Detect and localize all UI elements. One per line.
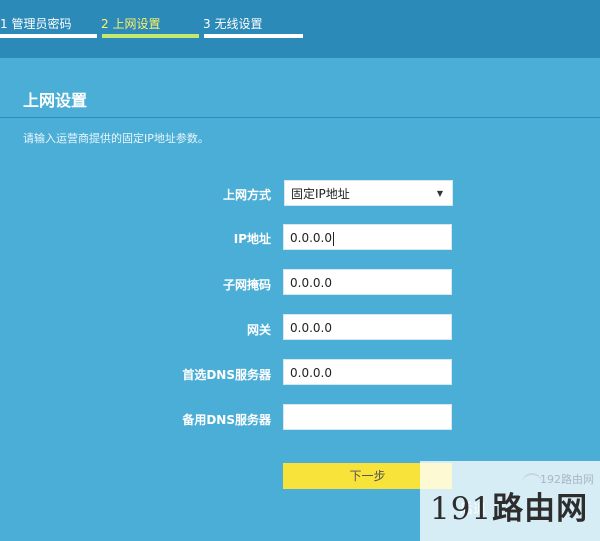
connection-type-label: 上网方式 (222, 188, 271, 202)
subnet-mask-input[interactable]: 0.0.0.0 (283, 269, 452, 295)
title-divider (0, 117, 600, 118)
dropdown-arrow-icon: ▼ (436, 189, 443, 198)
primary-dns-label: 首选DNS服务器 (182, 368, 271, 382)
ip-address-label: IP地址 (233, 232, 271, 246)
secondary-dns-input[interactable] (283, 404, 452, 430)
step-indicator-1 (0, 34, 97, 38)
text-cursor (332, 231, 334, 246)
step-admin-password[interactable]: 1 管理员密码 (0, 15, 71, 32)
ip-address-value: 0.0.0.0 (290, 231, 332, 245)
gateway-input[interactable]: 0.0.0.0 (283, 314, 452, 340)
step-wireless-settings[interactable]: 3 无线设置 (203, 15, 262, 32)
page-title: 上网设置 (23, 91, 88, 110)
primary-dns-input[interactable]: 0.0.0.0 (283, 359, 452, 385)
step-internet-settings[interactable]: 2 上网设置 (101, 15, 160, 32)
gateway-label: 网关 (246, 323, 271, 337)
watermark-number: 191 (430, 491, 493, 527)
site-watermark: 192路由网 191路由网 (420, 461, 600, 541)
step-indicator-2-active (102, 34, 199, 38)
secondary-dns-label: 备用DNS服务器 (182, 413, 271, 427)
watermark-large-text: 191路由网 (430, 483, 588, 528)
subnet-mask-label: 子网掩码 (222, 278, 271, 292)
connection-type-value: 固定IP地址 (291, 187, 350, 201)
wizard-step-bar: 1 管理员密码 2 上网设置 3 无线设置 (0, 0, 600, 58)
step-indicator-3 (204, 34, 303, 38)
connection-type-select[interactable]: 固定IP地址 ▼ (284, 180, 453, 206)
watermark-brand: 路由网 (492, 491, 589, 527)
ip-address-input[interactable]: 0.0.0.0 (283, 224, 452, 250)
page-description: 请输入运营商提供的固定IP地址参数。 (23, 132, 209, 145)
